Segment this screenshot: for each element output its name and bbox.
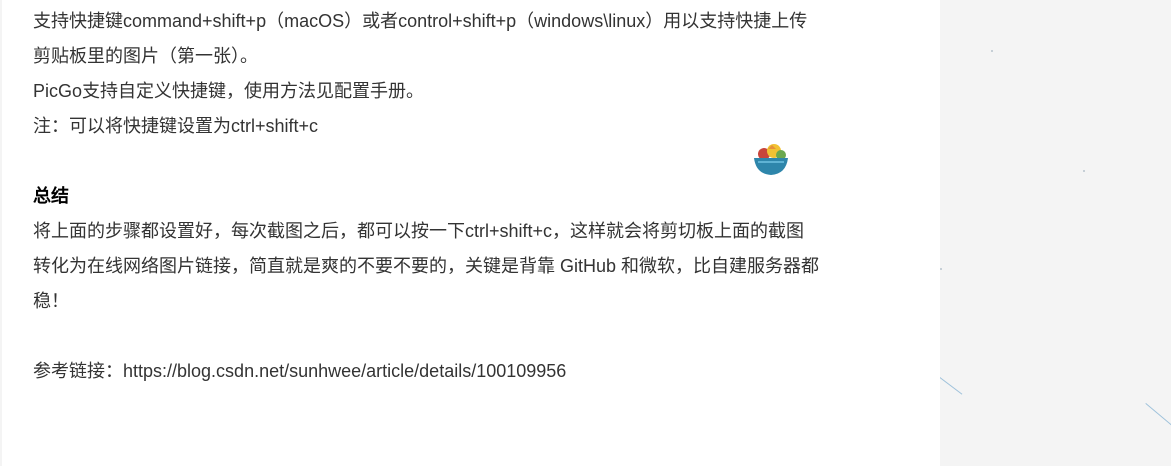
background-dot: [991, 50, 993, 52]
paragraph-note: 注：可以将快捷键设置为ctrl+shift+c: [33, 116, 319, 136]
summary-heading: 总结: [33, 186, 69, 206]
page: 支持快捷键command+shift+p（macOS）或者control+shi…: [0, 0, 1171, 466]
summary-line-3: 稳！: [33, 291, 69, 311]
paragraph-shortcut-line1: 支持快捷键command+shift+p（macOS）或者control+shi…: [33, 11, 808, 31]
summary-line-1: 将上面的步骤都设置好，每次截图之后，都可以按一下ctrl+shift+c，这样就…: [33, 221, 805, 241]
food-bowl-icon: [752, 140, 790, 178]
background-line: [1145, 403, 1171, 426]
article-body: 支持快捷键command+shift+p（macOS）或者control+shi…: [2, 0, 940, 466]
background-dot: [1083, 170, 1085, 172]
background-area: [939, 0, 1171, 466]
article-content: 支持快捷键command+shift+p（macOS）或者control+shi…: [33, 4, 913, 389]
background-line: [939, 377, 963, 395]
reference-link[interactable]: 参考链接：https://blog.csdn.net/sunhwee/artic…: [33, 354, 913, 389]
paragraph-custom-shortcut: PicGo支持自定义快捷键，使用方法见配置手册。: [33, 81, 425, 101]
summary-line-2: 转化为在线网络图片链接，简直就是爽的不要不要的，关键是背靠 GitHub 和微软…: [33, 256, 820, 276]
paragraph-shortcut-line2: 剪贴板里的图片（第一张）。: [33, 46, 258, 66]
background-dot: [940, 268, 942, 270]
